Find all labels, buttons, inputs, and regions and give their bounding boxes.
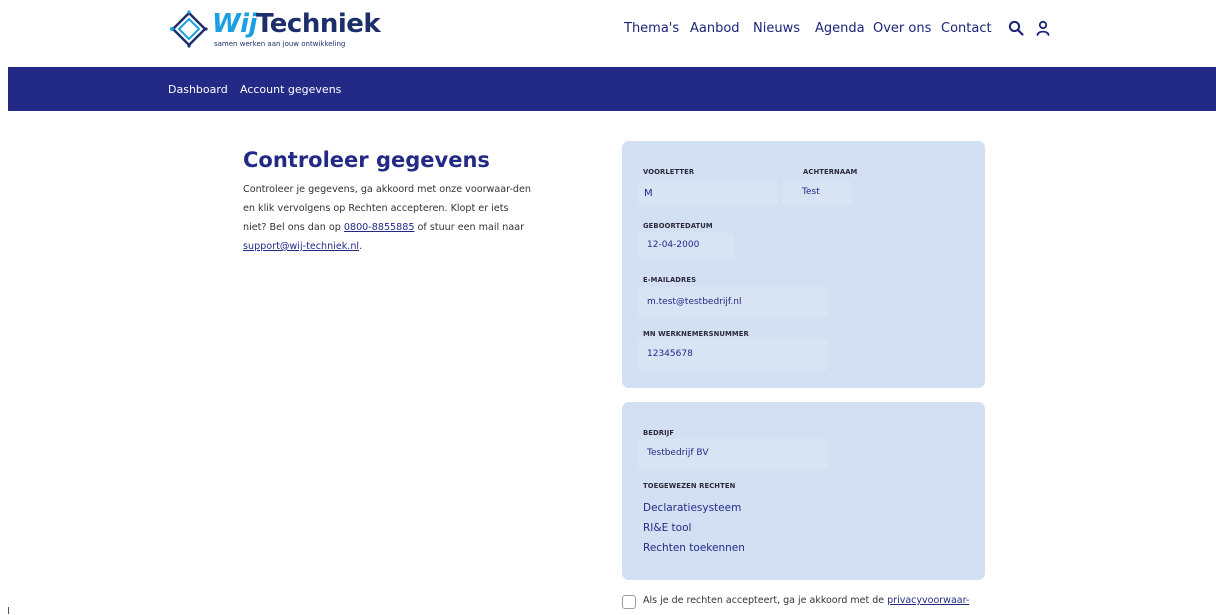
logo-wij-text: Wij	[212, 9, 258, 39]
lastname-label: ACHTERNAAM	[803, 168, 858, 176]
consent-text-main: Als je de rechten accepteert, ga je akko…	[643, 595, 888, 606]
rights-item-declaratiesysteem: Declaratiesysteem	[643, 502, 742, 514]
page-title: Controleer gegevens	[243, 148, 490, 172]
logo[interactable]: Wij Techniek samen werken aan jouw ontwi…	[170, 8, 381, 52]
initials-value: M	[644, 188, 653, 199]
phone-link[interactable]: 0800-8855885	[344, 222, 415, 233]
rights-label: TOEGEWEZEN RECHTEN	[643, 482, 736, 490]
site-header: Wij Techniek samen werken aan jouw ontwi…	[0, 0, 1216, 67]
user-icon[interactable]	[1035, 20, 1051, 40]
nav-item-aanbod[interactable]: Aanbod	[690, 21, 740, 36]
rights-item-rie-tool: RI&E tool	[643, 522, 692, 534]
subnav-dashboard[interactable]: Dashboard	[168, 83, 228, 96]
consent-text: Als je de rechten accepteert, ga je akko…	[643, 595, 969, 606]
logo-tagline: samen werken aan jouw ontwikkeling	[214, 40, 346, 48]
nav-item-over-ons[interactable]: Over ons	[873, 21, 931, 36]
employee-number-label: MN WERKNEMERSNUMMER	[643, 330, 749, 338]
dob-label: GEBOORTEDATUM	[643, 222, 713, 230]
intro-text: Controleer je gegevens, ga akkoord met o…	[243, 180, 533, 256]
nav-item-themas[interactable]: Thema's	[624, 21, 679, 36]
lastname-value: Test	[802, 187, 820, 197]
logo-mark-icon	[170, 10, 208, 48]
initials-label: VOORLETTER	[643, 168, 695, 176]
privacy-terms-link[interactable]: privacyvoorwaar-	[887, 595, 969, 606]
intro-text-part3: .	[359, 241, 363, 252]
personal-details-card: VOORLETTER M ACHTERNAAM Test GEBOORTEDAT…	[622, 141, 985, 388]
nav-item-contact[interactable]: Contact	[941, 21, 992, 36]
consent-checkbox[interactable]	[622, 595, 636, 609]
search-icon[interactable]	[1008, 20, 1024, 40]
intro-text-part2: of stuur een mail naar	[414, 222, 525, 233]
initials-field	[638, 181, 778, 205]
dob-value: 12-04-2000	[647, 240, 700, 250]
account-nav-bar: Dashboard Account gegevens	[8, 67, 1216, 111]
support-email-link[interactable]: support@wij-techniek.nl	[243, 241, 359, 252]
email-label: E-MAILADRES	[643, 276, 697, 284]
company-rights-card: BEDRIJF Testbedrijf BV TOEGEWEZEN RECHTE…	[622, 402, 985, 580]
nav-item-nieuws[interactable]: Nieuws	[753, 21, 800, 36]
logo-techniek-text: Techniek	[256, 9, 381, 39]
rights-item-rechten-toekennen: Rechten toekennen	[643, 542, 745, 554]
nav-item-agenda[interactable]: Agenda	[815, 21, 865, 36]
employee-number-value: 12345678	[647, 349, 693, 359]
consent-row: Als je de rechten accepteert, ga je akko…	[622, 595, 1042, 615]
company-value: Testbedrijf BV	[647, 448, 709, 458]
email-value: m.test@testbedrijf.nl	[647, 297, 742, 307]
company-label: BEDRIJF	[643, 429, 675, 437]
subnav-account-gegevens[interactable]: Account gegevens	[240, 83, 341, 96]
divider	[8, 607, 9, 614]
